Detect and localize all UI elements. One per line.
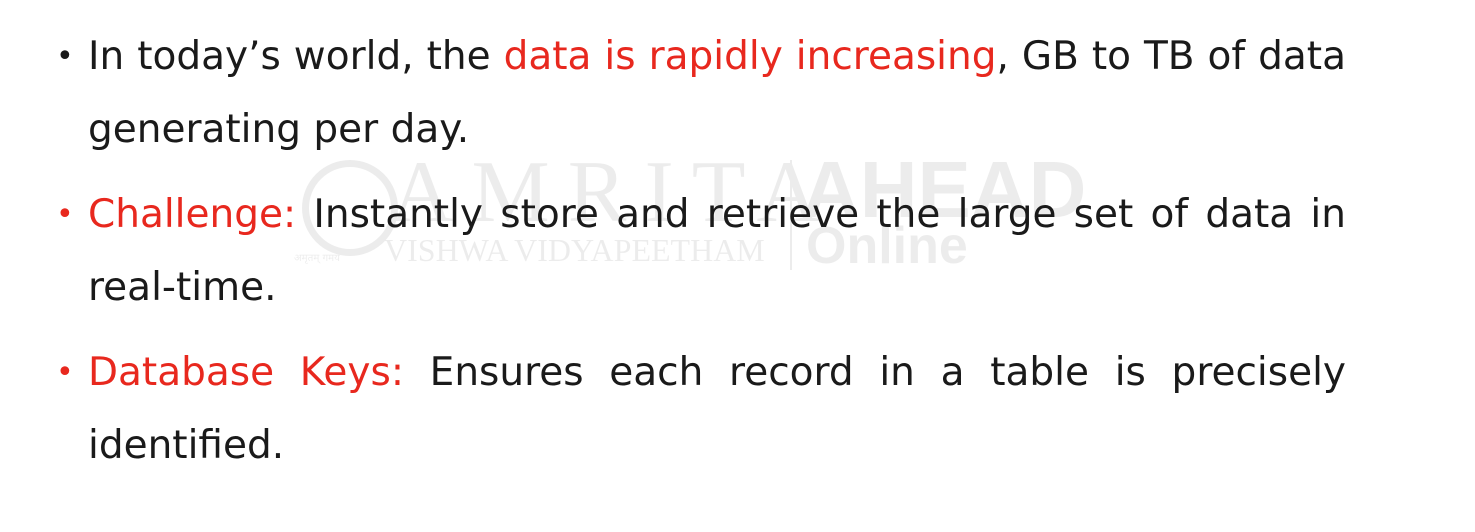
bullet-highlight: Database Keys: — [88, 350, 404, 395]
bullet-item-data-growth: • In today’s world, the data is rapidly i… — [56, 20, 1346, 166]
bullet-dot-icon: • — [56, 197, 74, 232]
bullet-item-database-keys: • Database Keys: Ensures each record in a… — [56, 336, 1346, 482]
bullet-item-challenge: • Challenge: Instantly store and retrieve… — [56, 178, 1346, 324]
bullet-highlight: Challenge: — [88, 192, 297, 237]
bullet-dot-icon: • — [56, 39, 74, 74]
bullet-list: • In today’s world, the data is rapidly i… — [56, 20, 1346, 494]
bullet-dot-icon: • — [56, 355, 74, 390]
bullet-highlight: data is rapidly increasing — [503, 34, 997, 79]
bullet-text-before: In today’s world, the — [88, 34, 504, 79]
